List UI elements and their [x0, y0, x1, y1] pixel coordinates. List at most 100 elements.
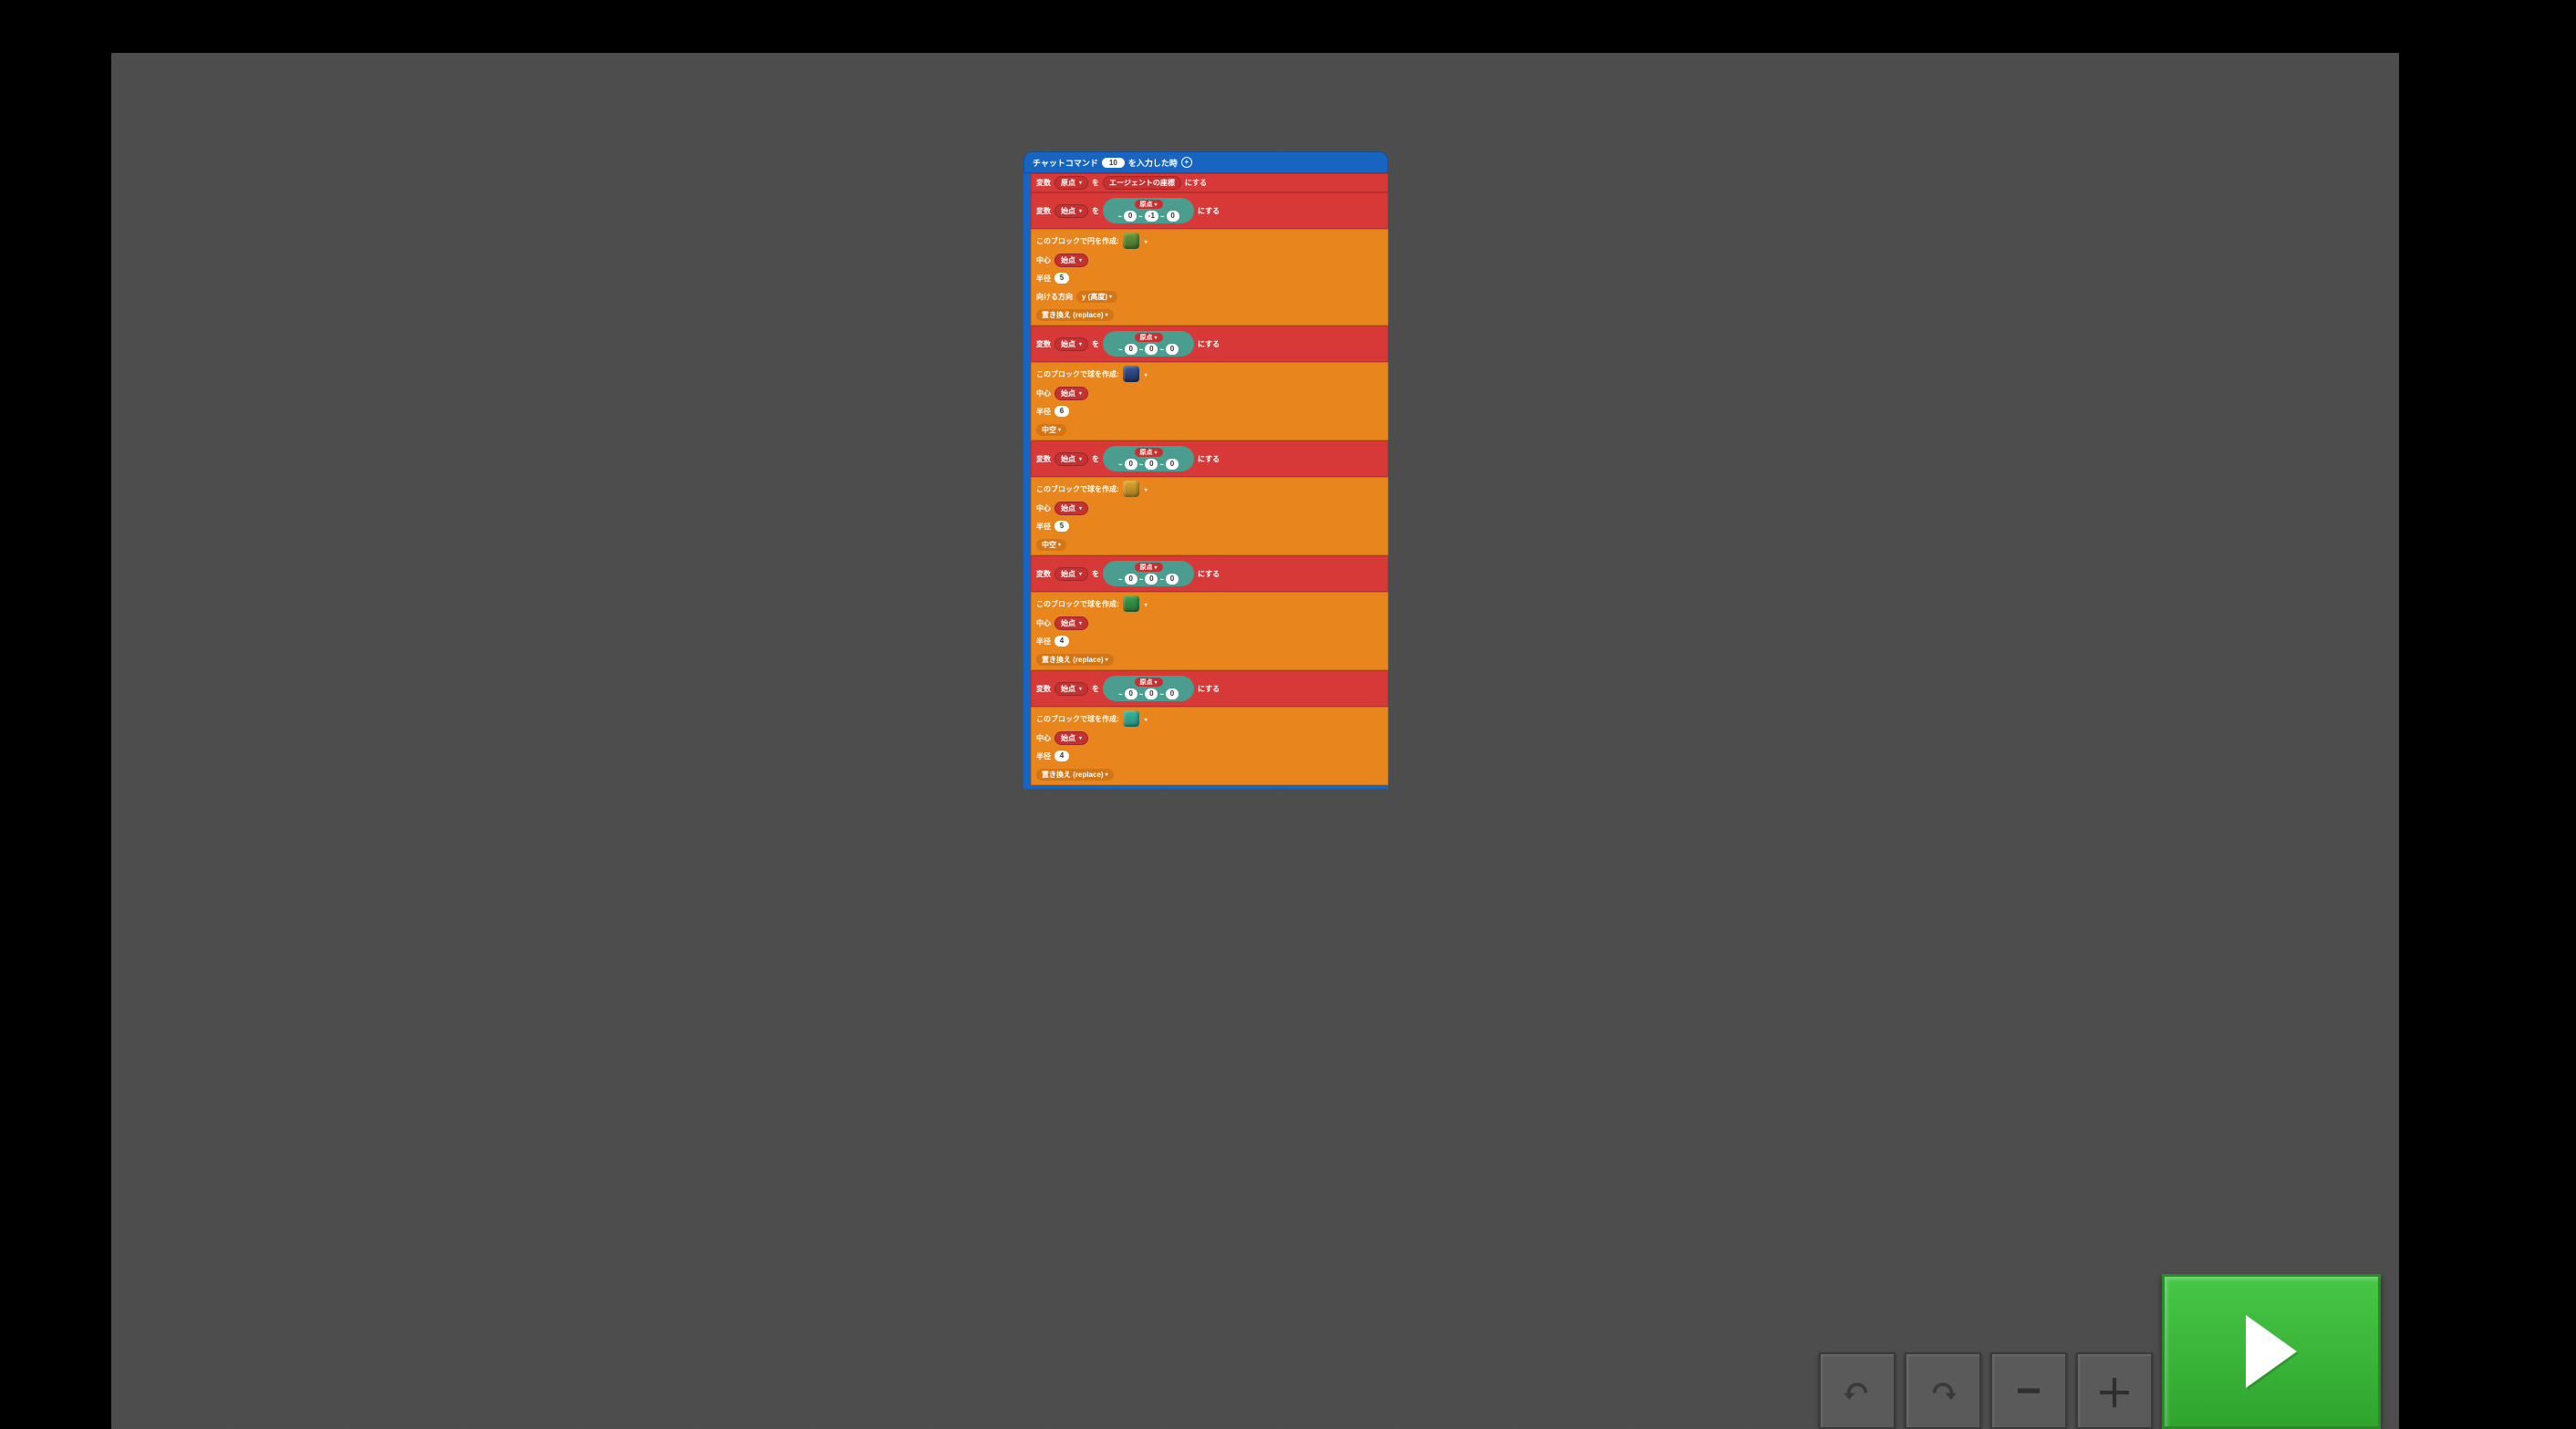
coord-base-dropdown[interactable]: 原点 [1135, 678, 1163, 687]
radius-input[interactable]: 5 [1054, 521, 1069, 532]
label-center: 中心 [1036, 618, 1051, 628]
set-variable-block[interactable]: 変数 始点 を 原点 ~0 ~0 ~0 にする [1031, 440, 1388, 477]
toolbar: − ＋ [1819, 1274, 2381, 1429]
label-radius: 半径 [1036, 274, 1051, 284]
set-variable-block[interactable]: 変数 原点 を エージェントの座標 にする [1031, 173, 1388, 192]
radius-input[interactable]: 4 [1054, 636, 1069, 647]
coord-reporter[interactable]: 原点 ~0 ~0 ~0 [1103, 331, 1194, 357]
hollow-dropdown[interactable]: 中空 [1036, 539, 1066, 551]
coord-base-dropdown[interactable]: 原点 [1135, 200, 1163, 209]
zoom-out-button[interactable]: − [1990, 1352, 2067, 1429]
label-radius: 半径 [1036, 751, 1051, 761]
label-wo: を [1092, 569, 1099, 579]
radius-input[interactable]: 6 [1054, 406, 1069, 417]
label-center: 中心 [1036, 388, 1051, 399]
workspace[interactable]: チャットコマンド 10 を入力した時 + 変数 原点 を エージェントの座標 に… [111, 53, 2399, 1429]
hat-prefix: チャットコマンド [1033, 157, 1098, 169]
coord-reporter[interactable]: 原点 ~0 ~0 ~0 [1103, 446, 1194, 471]
coord-base-dropdown[interactable]: 原点 [1135, 448, 1163, 457]
block-stack[interactable]: チャットコマンド 10 を入力した時 + 変数 原点 を エージェントの座標 に… [1023, 151, 1388, 789]
hat-body: 変数 原点 を エージェントの座標 にする 変数 始点 を 原点 ~0 ~-1 … [1023, 173, 1388, 789]
block-picker[interactable] [1123, 595, 1139, 612]
replace-dropdown[interactable]: 置き換え (replace) [1036, 309, 1114, 321]
play-icon [2246, 1315, 2297, 1388]
agent-coord-reporter[interactable]: エージェントの座標 [1103, 176, 1181, 190]
center-var[interactable]: 始点 [1054, 616, 1088, 630]
var-dropdown-origin[interactable]: 原点 [1054, 176, 1088, 190]
center-var[interactable]: 始点 [1054, 254, 1088, 267]
coord-reporter[interactable]: 原点 ~0 ~0 ~0 [1103, 561, 1194, 586]
label-center: 中心 [1036, 255, 1051, 265]
sphere-block[interactable]: このブロックで球を作成: 中心 始点 半径 5 中空 [1031, 477, 1388, 555]
coord-reporter[interactable]: 原点 ~0 ~0 ~0 [1103, 676, 1194, 701]
block-dropdown-icon[interactable] [1143, 485, 1148, 493]
sphere-header: このブロックで球を作成: [1036, 714, 1119, 724]
sphere-header: このブロックで球を作成: [1036, 484, 1119, 494]
block-picker[interactable] [1123, 710, 1139, 727]
coord-z[interactable]: 0 [1166, 459, 1179, 470]
block-dropdown-icon[interactable] [1143, 715, 1148, 723]
label-wo: を [1092, 684, 1099, 694]
coord-x[interactable]: 0 [1125, 344, 1137, 355]
label-ni: にする [1198, 339, 1220, 349]
coord-x[interactable]: 0 [1125, 574, 1137, 585]
replace-dropdown[interactable]: 置き換え (replace) [1036, 769, 1114, 781]
set-variable-block[interactable]: 変数 始点 を 原点 ~0 ~0 ~0 にする [1031, 670, 1388, 707]
sphere-header: このブロックで球を作成: [1036, 369, 1119, 379]
coord-y[interactable]: -1 [1145, 211, 1158, 222]
coord-y[interactable]: 0 [1145, 689, 1158, 699]
label-radius: 半径 [1036, 637, 1051, 647]
radius-input[interactable]: 5 [1054, 273, 1069, 284]
coord-y[interactable]: 0 [1145, 459, 1158, 470]
circle-block[interactable]: このブロックで円を作成: 中心 始点 半径 5 向ける方向 y (高度) [1031, 229, 1388, 326]
chat-command-input[interactable]: 10 [1102, 158, 1125, 168]
sphere-block[interactable]: このブロックで球を作成: 中心 始点 半径 4 置き換え (replace) [1031, 707, 1388, 785]
coord-x[interactable]: 0 [1125, 459, 1137, 470]
label-set: 変数 [1036, 454, 1051, 464]
block-dropdown-icon[interactable] [1143, 237, 1148, 245]
coord-z[interactable]: 0 [1166, 689, 1179, 699]
zoom-in-button[interactable]: ＋ [2076, 1352, 2153, 1429]
coord-base-dropdown[interactable]: 原点 [1135, 563, 1163, 572]
var-dropdown-start[interactable]: 始点 [1054, 204, 1088, 218]
redo-icon [1925, 1377, 1961, 1404]
redo-button[interactable] [1905, 1352, 1981, 1429]
coord-reporter[interactable]: 原点 ~0 ~-1 ~0 [1103, 198, 1194, 223]
coord-x[interactable]: 0 [1124, 211, 1137, 222]
var-dropdown-start[interactable]: 始点 [1054, 337, 1088, 351]
coord-z[interactable]: 0 [1166, 574, 1179, 585]
hollow-dropdown[interactable]: 中空 [1036, 424, 1066, 436]
run-button[interactable] [2162, 1274, 2381, 1429]
sphere-block[interactable]: このブロックで球を作成: 中心 始点 半径 4 置き換え (replace) [1031, 592, 1388, 670]
block-picker[interactable] [1123, 366, 1139, 382]
hat-on-chat-command[interactable]: チャットコマンド 10 を入力した時 + [1023, 151, 1388, 173]
center-var[interactable]: 始点 [1054, 731, 1088, 745]
var-dropdown-start[interactable]: 始点 [1054, 567, 1088, 581]
coord-base-dropdown[interactable]: 原点 [1135, 333, 1163, 342]
block-picker[interactable] [1123, 233, 1139, 249]
label-wo: を [1092, 339, 1099, 349]
set-variable-block[interactable]: 変数 始点 を 原点 ~0 ~-1 ~0 にする [1031, 192, 1388, 229]
coord-y[interactable]: 0 [1145, 344, 1158, 355]
undo-button[interactable] [1819, 1352, 1896, 1429]
center-var[interactable]: 始点 [1054, 502, 1088, 515]
coord-x[interactable]: 0 [1125, 689, 1137, 699]
block-dropdown-icon[interactable] [1143, 600, 1148, 608]
orientation-dropdown[interactable]: y (高度) [1076, 291, 1117, 303]
set-variable-block[interactable]: 変数 始点 を 原点 ~0 ~0 ~0 にする [1031, 555, 1388, 592]
coord-z[interactable]: 0 [1166, 344, 1179, 355]
sphere-block[interactable]: このブロックで球を作成: 中心 始点 半径 6 中空 [1031, 362, 1388, 440]
label-set: 変数 [1036, 569, 1051, 579]
set-variable-block[interactable]: 変数 始点 を 原点 ~0 ~0 ~0 にする [1031, 326, 1388, 362]
label-ni: にする [1198, 569, 1220, 579]
radius-input[interactable]: 4 [1054, 751, 1069, 761]
plus-icon[interactable]: + [1181, 157, 1192, 168]
var-dropdown-start[interactable]: 始点 [1054, 452, 1088, 466]
center-var[interactable]: 始点 [1054, 387, 1088, 400]
block-picker[interactable] [1123, 481, 1139, 497]
coord-y[interactable]: 0 [1145, 574, 1158, 585]
replace-dropdown[interactable]: 置き換え (replace) [1036, 654, 1114, 666]
block-dropdown-icon[interactable] [1143, 370, 1148, 378]
var-dropdown-start[interactable]: 始点 [1054, 682, 1088, 696]
coord-z[interactable]: 0 [1167, 211, 1179, 222]
